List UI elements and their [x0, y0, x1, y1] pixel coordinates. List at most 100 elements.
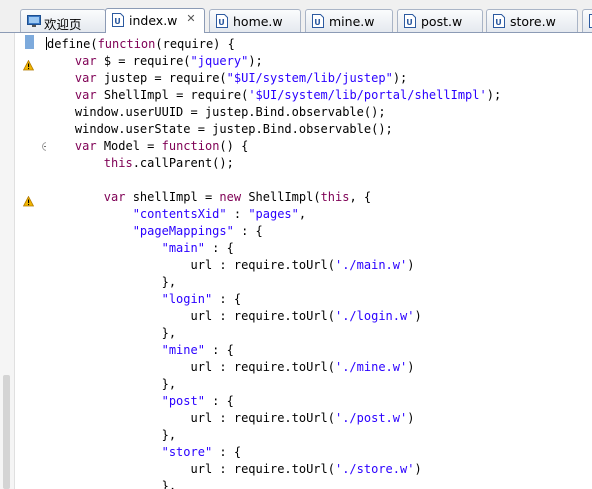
code-token: },	[46, 275, 177, 289]
tab-post-w[interactable]: U post.w	[397, 9, 483, 33]
code-token: : {	[204, 343, 234, 357]
code-line[interactable]: },	[46, 325, 501, 342]
tab-store-w[interactable]: U store.w	[486, 9, 578, 33]
code-line[interactable]: var ShellImpl = require('$UI/system/lib/…	[46, 87, 501, 104]
w-file-icon: U	[112, 13, 124, 27]
code-line[interactable]: url : require.toUrl('./store.w')	[46, 461, 501, 478]
left-scrollbar[interactable]	[0, 33, 15, 489]
code-line[interactable]: url : require.toUrl('./mine.w')	[46, 359, 501, 376]
w-file-icon: U	[404, 14, 416, 28]
scrollbar-thumb[interactable]	[3, 375, 10, 489]
code-string: './main.w'	[334, 258, 408, 272]
tab-home-w[interactable]: U home.w	[209, 9, 301, 33]
code-token: : {	[204, 394, 234, 408]
tab-index-w[interactable]: U index.w ✕	[105, 8, 205, 33]
code-line[interactable]: var justep = require("$UI/system/lib/jus…	[46, 70, 501, 87]
code-token: define(	[47, 37, 98, 51]
code-text[interactable]: define(function(require) { var $ = requi…	[46, 36, 501, 489]
code-string: './mine.w'	[334, 360, 408, 374]
code-token: );	[248, 54, 263, 68]
code-keyword: function	[161, 139, 220, 153]
tab-label: store.w	[510, 14, 556, 29]
code-token: Model =	[96, 139, 162, 153]
code-line[interactable]: },	[46, 274, 501, 291]
code-string: "main"	[161, 241, 205, 255]
warning-icon[interactable]	[22, 56, 35, 71]
code-keyword: var	[74, 139, 97, 153]
code-token: : {	[212, 292, 242, 306]
code-line[interactable]: "main" : {	[46, 240, 501, 257]
code-line[interactable]: "mine" : {	[46, 342, 501, 359]
code-string: "post"	[161, 394, 205, 408]
code-token: .callParent();	[132, 156, 234, 170]
svg-text:U: U	[218, 18, 225, 27]
code-line[interactable]: define(function(require) {	[46, 36, 501, 53]
code-token: ,	[298, 207, 307, 221]
code-line[interactable]: url : require.toUrl('./main.w')	[46, 257, 501, 274]
code-line[interactable]: url : require.toUrl('./post.w')	[46, 410, 501, 427]
code-line[interactable]: var shellImpl = new ShellImpl(this, {	[46, 189, 501, 206]
code-token: : {	[212, 445, 242, 459]
tab-overflow[interactable]	[582, 9, 592, 33]
code-line[interactable]: window.userUUID = justep.Bind.observable…	[46, 104, 501, 121]
code-line[interactable]: var Model = function() {	[46, 138, 501, 155]
code-token: justep = require(	[96, 71, 227, 85]
w-file-icon: U	[493, 14, 505, 28]
tab-label: post.w	[421, 14, 463, 29]
code-keyword: var	[74, 71, 97, 85]
code-line[interactable]: },	[46, 376, 501, 393]
code-line[interactable]	[46, 172, 501, 189]
code-token: url : require.toUrl(	[46, 462, 335, 476]
svg-text:U: U	[114, 17, 121, 26]
code-token: , {	[349, 190, 372, 204]
code-line[interactable]: window.userState = justep.Bind.observabl…	[46, 121, 501, 138]
code-token: url : require.toUrl(	[46, 411, 335, 425]
code-line[interactable]: "contentsXid" : "pages",	[46, 206, 501, 223]
warning-icon[interactable]	[22, 192, 35, 207]
tab-welcome[interactable]: 欢迎页	[20, 9, 106, 33]
code-line[interactable]: url : require.toUrl('./login.w')	[46, 308, 501, 325]
close-icon[interactable]: ✕	[185, 12, 197, 26]
code-line[interactable]: this.callParent();	[46, 155, 501, 172]
code-line[interactable]: var $ = require("jquery");	[46, 53, 501, 70]
code-token: )	[407, 258, 415, 272]
code-line[interactable]: "login" : {	[46, 291, 501, 308]
code-keyword: function	[97, 37, 156, 51]
code-keyword: new	[219, 190, 242, 204]
code-token: },	[46, 377, 177, 391]
code-line[interactable]: },	[46, 478, 501, 489]
tab-mine-w[interactable]: U mine.w	[305, 9, 393, 33]
w-file-icon: U	[312, 14, 324, 28]
code-line[interactable]: },	[46, 427, 501, 444]
code-token: },	[46, 428, 177, 442]
code-token: : {	[204, 241, 234, 255]
annotation-ruler	[15, 33, 51, 489]
code-token: },	[46, 326, 177, 340]
code-token: );	[392, 71, 408, 85]
code-token: )	[407, 411, 415, 425]
code-token: )	[414, 462, 422, 476]
code-line[interactable]: "pageMappings" : {	[46, 223, 501, 240]
code-line[interactable]: "store" : {	[46, 444, 501, 461]
editor-tab-bar: 欢迎页 U index.w ✕ U home.w U mine.w U post…	[0, 0, 592, 33]
w-file-icon: U	[216, 14, 228, 28]
code-token: },	[46, 479, 177, 489]
code-line[interactable]: "post" : {	[46, 393, 501, 410]
svg-text:U: U	[495, 18, 502, 27]
code-string: "pageMappings"	[132, 224, 234, 238]
code-token: $ = require(	[96, 54, 191, 68]
code-editor[interactable]: define(function(require) { var $ = requi…	[46, 33, 592, 489]
code-string: './login.w'	[334, 309, 415, 323]
code-token: url : require.toUrl(	[46, 360, 335, 374]
